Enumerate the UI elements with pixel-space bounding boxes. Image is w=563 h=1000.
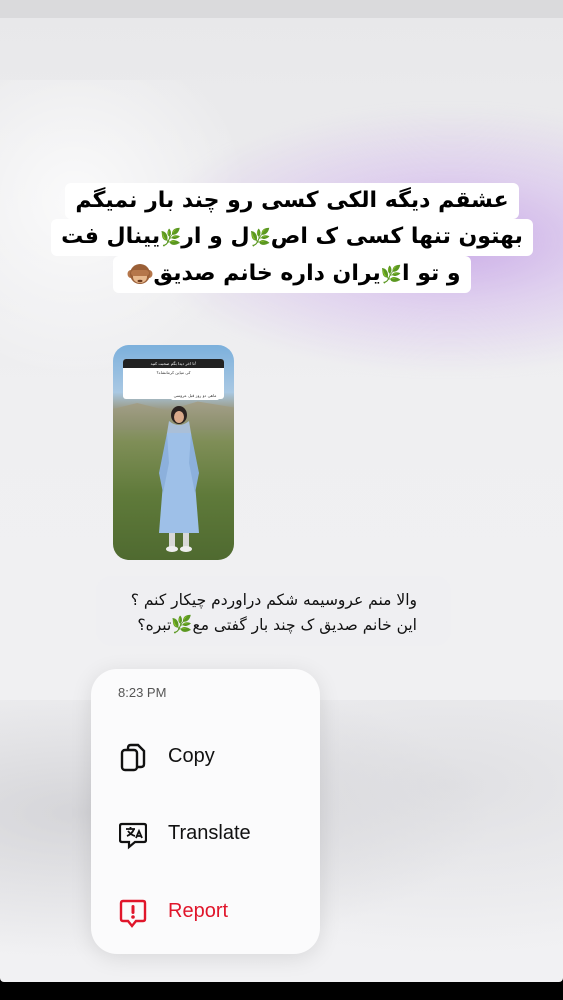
- caption-line-2: بهتون تنها کسی ک اص🌿ل و ار🌿یینال فت: [51, 219, 533, 256]
- answer-sticker: ماهی دو روز قبل عروسی: [171, 392, 219, 400]
- report-icon: [119, 899, 147, 928]
- story-screen: عشقم دیگه الکی کسی رو چند بار نمیگم بهتو…: [0, 0, 563, 982]
- translate-icon: [119, 822, 147, 850]
- copy-menu-item[interactable]: Copy: [91, 729, 320, 785]
- message-context-menu: 8:23 PM Copy Translate Report: [91, 669, 320, 954]
- leaf-emoji: 🌿: [249, 228, 271, 248]
- translate-menu-item[interactable]: Translate: [91, 806, 320, 862]
- translate-label: Translate: [168, 822, 251, 844]
- reply-line-2: این خانم صدیق ک چند بار گفتی مع🌿تبره؟: [137, 615, 417, 635]
- status-strip: [0, 0, 563, 18]
- see-no-evil-monkey-icon: [127, 264, 153, 284]
- report-label: Report: [168, 900, 229, 922]
- reply-message-bubble[interactable]: والا منم عروسیمه شکم دراوردم چیکار کنم ؟…: [96, 576, 451, 646]
- copy-label: Copy: [168, 745, 215, 767]
- report-menu-item[interactable]: Report: [91, 884, 320, 940]
- reply-line-1: والا منم عروسیمه شکم دراوردم چیکار کنم ؟: [130, 591, 417, 609]
- message-timestamp: 8:23 PM: [118, 685, 167, 700]
- copy-icon: [120, 743, 146, 772]
- caption-line-1: عشقم دیگه الکی کسی رو چند بار نمیگم: [65, 183, 519, 219]
- caption-line-3: و تو ا🌿یران داره خانم صدیق: [113, 256, 471, 293]
- leaf-emoji: 🌿: [380, 265, 402, 285]
- person-photo: [159, 406, 199, 552]
- leaf-emoji: 🌿: [171, 615, 193, 635]
- story-preview-thumbnail[interactable]: تا اخر دیدا بگم صحبت کنید! کی میاین کرما…: [113, 345, 234, 560]
- leaf-emoji: 🌿: [160, 228, 182, 248]
- story-caption: عشقم دیگه الکی کسی رو چند بار نمیگم بهتو…: [40, 183, 544, 293]
